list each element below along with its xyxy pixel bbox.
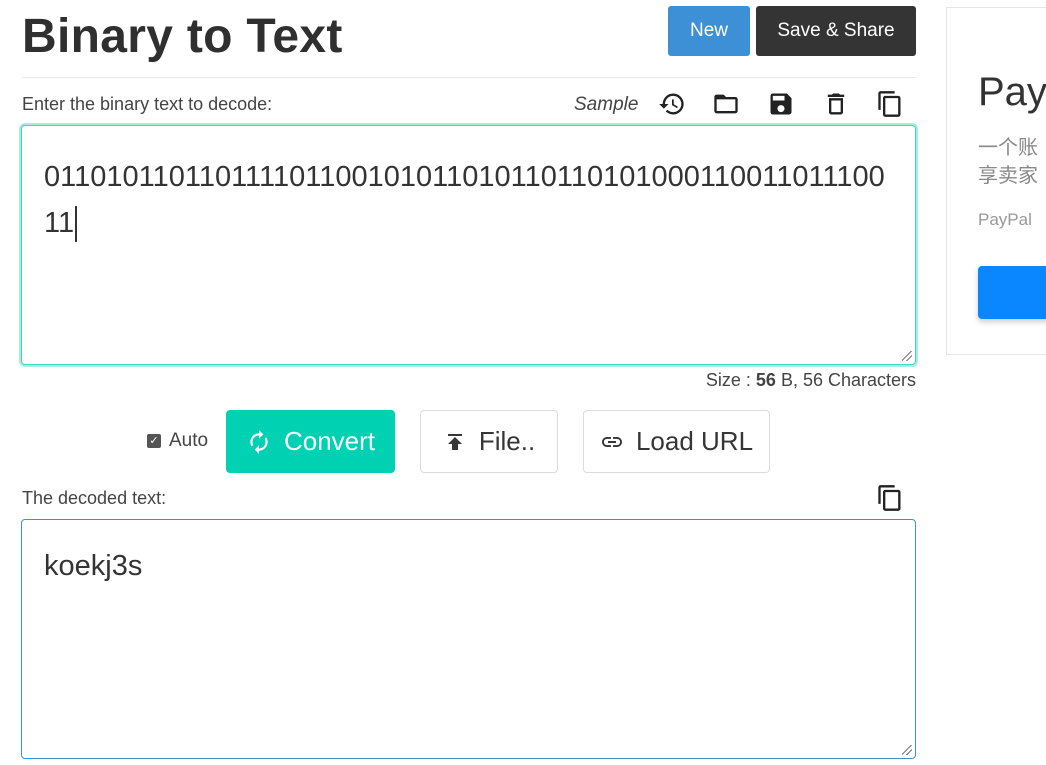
resize-handle[interactable]	[902, 351, 912, 361]
checkbox-checked-icon[interactable]: ✓	[147, 434, 161, 448]
auto-toggle[interactable]: ✓ Auto	[147, 430, 208, 452]
load-url-button[interactable]: Load URL	[583, 410, 770, 473]
auto-label: Auto	[169, 430, 209, 451]
save-share-button[interactable]: Save & Share	[756, 6, 916, 56]
decoded-output[interactable]: koekj3s	[21, 519, 916, 759]
history-icon[interactable]	[656, 88, 688, 120]
refresh-icon	[250, 429, 268, 454]
input-label: Enter the binary text to decode:	[22, 94, 273, 114]
ad-body-line2: 享卖家	[978, 165, 1038, 187]
file-upload-button[interactable]: File..	[420, 410, 558, 473]
file-label: File..	[478, 426, 536, 456]
save-icon[interactable]	[765, 88, 797, 120]
sample-link[interactable]: Sample	[574, 94, 638, 116]
text-caret	[75, 206, 77, 243]
ad-title: Pay	[978, 70, 1046, 114]
header-divider	[22, 77, 916, 78]
size-value: 56	[755, 370, 776, 390]
ad-body: 一个账 享卖家	[978, 134, 1038, 190]
decoded-output-value: koekj3s	[44, 550, 143, 582]
input-size-info: Size : 56 B, 56 Characters	[706, 370, 916, 391]
new-button[interactable]: New	[668, 6, 750, 56]
link-icon	[601, 436, 622, 447]
output-label: The decoded text:	[22, 488, 167, 508]
output-resize-handle[interactable]	[902, 745, 912, 755]
ad-cta-button[interactable]	[978, 266, 1046, 319]
ad-source: PayPal	[978, 210, 1032, 229]
convert-label: Convert	[283, 426, 376, 456]
page-title: Binary to Text	[22, 10, 343, 63]
upload-icon	[447, 433, 462, 450]
size-prefix: Size :	[705, 370, 756, 390]
load-url-label: Load URL	[635, 426, 754, 456]
open-folder-icon[interactable]	[710, 88, 742, 120]
convert-button[interactable]: Convert	[226, 410, 395, 473]
binary-input[interactable]: 0110101101101111011001010110101101101010…	[21, 125, 916, 365]
delete-icon[interactable]	[820, 88, 852, 120]
size-suffix: B, 56 Characters	[775, 370, 916, 390]
copy-output-icon[interactable]	[874, 482, 906, 514]
binary-input-value: 0110101101101111011001010110101101101010…	[44, 161, 885, 239]
page: Binary to Text New Save & Share Enter th…	[0, 0, 1046, 765]
ad-card[interactable]: Pay 一个账 享卖家 PayPal	[946, 7, 1046, 355]
ad-body-line1: 一个账	[978, 137, 1038, 159]
copy-icon[interactable]	[874, 88, 906, 120]
